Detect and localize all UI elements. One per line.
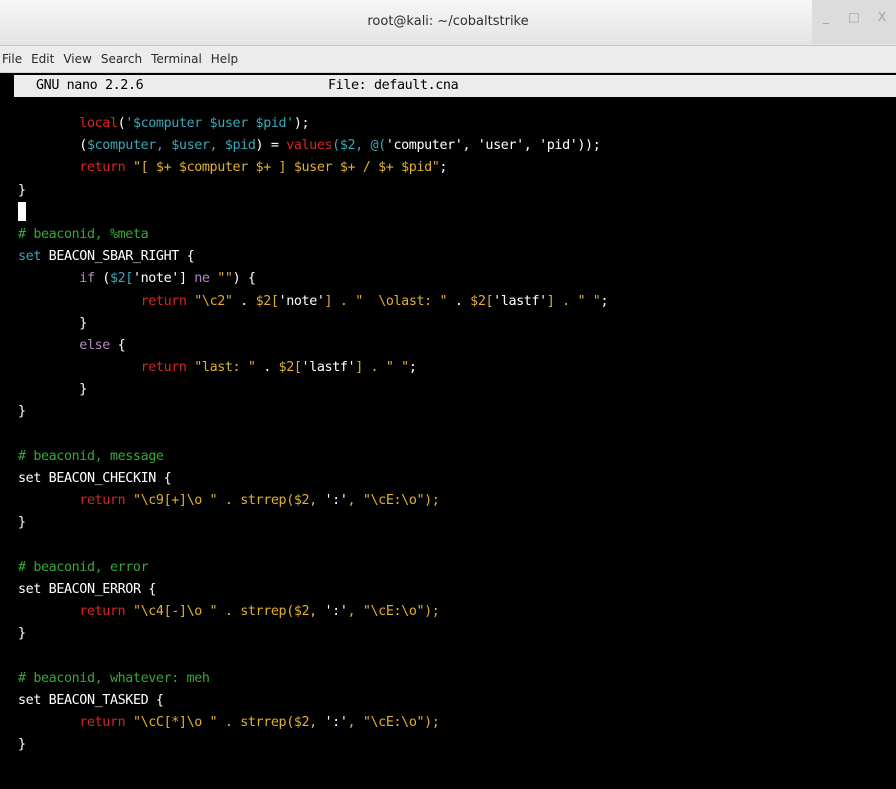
text-cursor — [18, 201, 26, 221]
title-bar[interactable]: root@kali: ~/cobaltstrike _ □ X — [0, 0, 896, 46]
menu-bar: File Edit View Search Terminal Help — [0, 46, 896, 73]
code-line: ($computer, $user, $pid) = values($2, @(… — [79, 138, 601, 154]
code-line: } — [18, 382, 87, 398]
nano-header-bar: GNU nano 2.2.6 File: default.cna — [14, 75, 896, 97]
menu-edit[interactable]: Edit — [27, 52, 58, 66]
nano-file-name: File: default.cna — [328, 78, 459, 93]
code-line: return "\c2" . $2['note'] . " \olast: " … — [140, 293, 609, 309]
code-line: # beaconid, message — [18, 448, 164, 464]
menu-search[interactable]: Search — [97, 52, 146, 66]
code-line: } — [18, 626, 26, 642]
code-line: return "last: " . $2['lastf'] . " "; — [140, 360, 417, 376]
menu-terminal[interactable]: Terminal — [147, 52, 206, 66]
code-line: # beaconid, error — [18, 559, 149, 575]
code-line: else { — [79, 337, 126, 353]
code-line: } — [18, 404, 26, 420]
code-line: } — [18, 737, 26, 753]
minimize-button[interactable]: _ — [812, 0, 840, 44]
code-line: return "[ $+ $computer $+ ] $user $+ / $… — [79, 160, 448, 176]
code-line: set BEACON_ERROR { — [18, 581, 156, 597]
code-line: set BEACON_CHECKIN { — [18, 471, 172, 486]
menu-help[interactable]: Help — [207, 52, 242, 66]
code-line: } — [18, 182, 26, 198]
code-line: set BEACON_TASKED { — [18, 692, 164, 708]
code-line: if ($2['note'] ne "") { — [79, 271, 256, 287]
code-line: # beaconid, whatever: meh — [18, 670, 210, 686]
code-line: return "\c4[-]\o " . strrep($2, ':', "\c… — [79, 604, 440, 620]
nano-version: GNU nano 2.2.6 — [36, 78, 144, 93]
maximize-button[interactable]: □ — [840, 0, 868, 44]
code-line: } — [18, 515, 26, 531]
code-line: local('$computer $user $pid'); — [79, 116, 310, 131]
code-line: # beaconid, %meta — [18, 226, 149, 242]
code-line: return "\cC[*]\o " . strrep($2, ':', "\c… — [79, 715, 440, 731]
menu-file[interactable]: File — [0, 52, 26, 66]
code-line: return "\c9[+]\o " . strrep($2, ':', "\c… — [79, 493, 440, 509]
code-line: } — [18, 315, 87, 331]
close-button[interactable]: X — [868, 0, 896, 44]
editor-buffer[interactable]: local('$computer $user $pid'); ($compute… — [18, 113, 896, 756]
code-line — [18, 201, 896, 224]
terminal-window: root@kali: ~/cobaltstrike _ □ X File Edi… — [0, 0, 896, 789]
window-title: root@kali: ~/cobaltstrike — [367, 14, 529, 29]
menu-view[interactable]: View — [59, 52, 95, 66]
window-controls: _ □ X — [812, 0, 896, 44]
terminal-area[interactable]: GNU nano 2.2.6 File: default.cna local('… — [14, 73, 896, 789]
code-line: set BEACON_SBAR_RIGHT { — [18, 249, 195, 265]
